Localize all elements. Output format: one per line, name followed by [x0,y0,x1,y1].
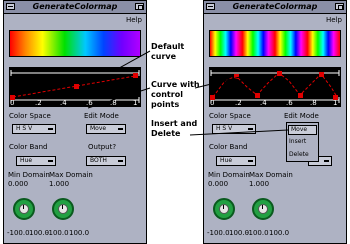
leader-line-default [111,50,151,73]
leader-line-control [87,87,151,109]
annotation-leaders [87,50,289,136]
leader-line-insert [189,129,289,136]
leader-line-control [194,76,241,89]
